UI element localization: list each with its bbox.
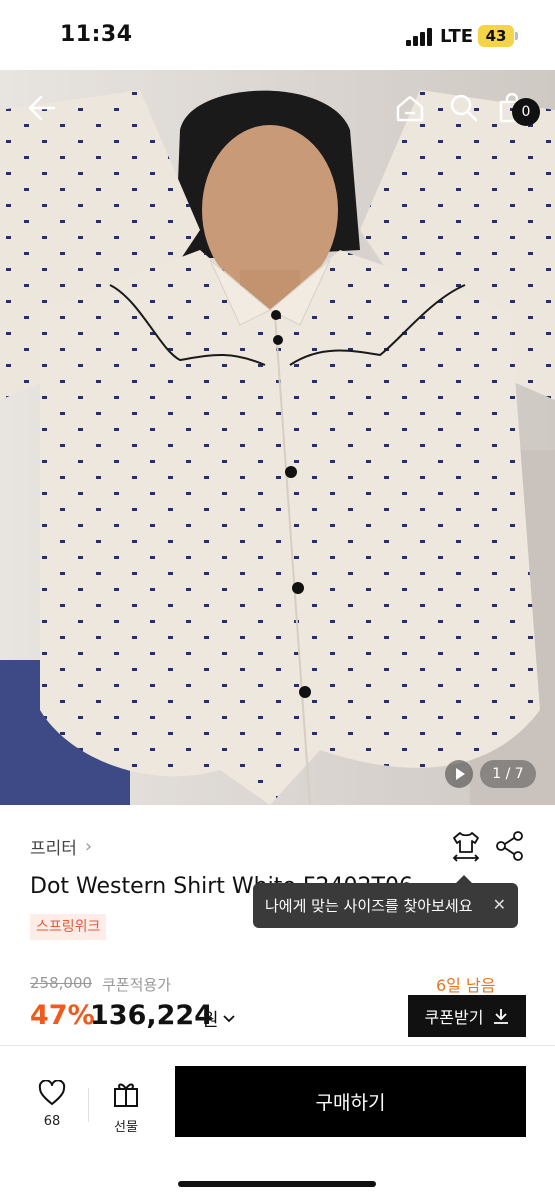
close-icon[interactable]: ✕	[493, 895, 506, 914]
download-icon	[494, 1009, 509, 1024]
home-indicator	[178, 1181, 376, 1187]
gift-icon	[114, 1083, 138, 1107]
home-icon	[396, 95, 424, 122]
tooltip-text: 나에게 맞는 사이즈를 찾아보세요	[265, 897, 473, 915]
shirt-size-icon	[452, 832, 480, 862]
divider	[88, 1088, 89, 1122]
battery-icon: 43	[478, 25, 514, 47]
like-count: 68	[43, 1114, 61, 1129]
brand-name: 프리터	[30, 839, 77, 859]
discount-rate: 47%	[30, 1000, 95, 1031]
chevron-right-icon: ›	[84, 836, 93, 857]
back-button[interactable]	[22, 88, 62, 128]
coupon-price-label: 쿠폰적용가	[102, 976, 172, 994]
sale-price: 136,224	[90, 1000, 213, 1031]
tooltip-arrow	[456, 875, 472, 883]
like-button[interactable]: 68	[30, 1079, 74, 1129]
gift-button[interactable]: 선물	[104, 1080, 148, 1135]
search-icon	[450, 94, 478, 122]
network-type: LTE	[440, 26, 474, 47]
days-left-label: 6일 남음	[436, 976, 496, 995]
original-price: 258,000	[30, 974, 93, 992]
signal-icon	[406, 28, 434, 46]
play-icon	[456, 768, 465, 780]
coupon-button-label: 쿠폰받기	[424, 1008, 484, 1027]
brand-link[interactable]: 프리터 ›	[30, 834, 92, 859]
image-counter: 1 / 7	[480, 760, 536, 788]
search-button[interactable]	[444, 88, 484, 128]
heart-icon	[38, 1079, 66, 1105]
size-guide-button[interactable]	[450, 830, 482, 862]
play-video-button[interactable]	[445, 760, 473, 788]
gift-label: 선물	[114, 1120, 138, 1135]
promo-badge: 스프링위크	[30, 914, 107, 940]
arrow-left-icon	[28, 95, 56, 121]
product-photo	[0, 70, 555, 805]
price-detail-toggle[interactable]: 원	[202, 1006, 235, 1032]
share-icon	[496, 831, 523, 861]
product-image-gallery[interactable]	[0, 70, 555, 805]
status-bar: 11:34 LTE 43	[0, 0, 555, 70]
home-button[interactable]	[390, 88, 430, 128]
currency-label: 원	[202, 1010, 219, 1031]
status-time: 11:34	[60, 22, 133, 47]
battery-tip	[515, 32, 518, 40]
buy-button[interactable]: 구매하기	[175, 1066, 526, 1137]
size-guide-tooltip[interactable]: 나에게 맞는 사이즈를 찾아보세요 ✕	[253, 875, 518, 928]
cart-count-badge: 0	[512, 98, 540, 126]
coupon-download-button[interactable]: 쿠폰받기	[408, 995, 526, 1037]
chevron-down-icon	[222, 1015, 235, 1023]
share-button[interactable]	[495, 830, 525, 862]
